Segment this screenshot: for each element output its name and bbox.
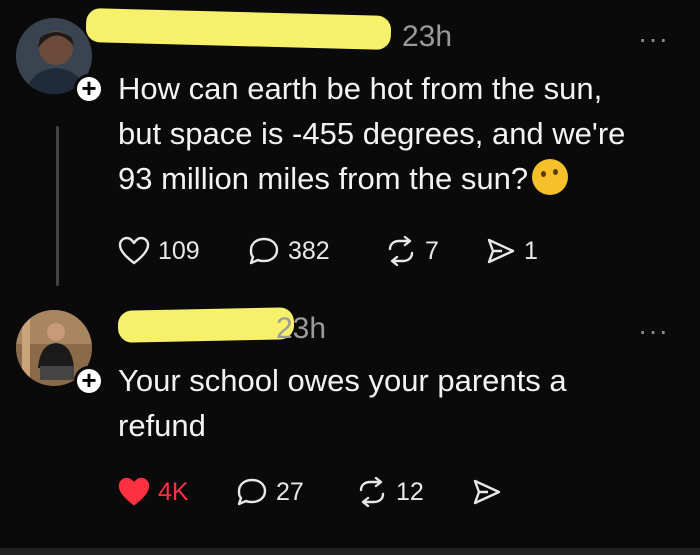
- like-button[interactable]: 109: [118, 236, 200, 266]
- post-1: + 23h ··· How can earth be hot from the …: [0, 0, 700, 300]
- share-button[interactable]: [472, 477, 502, 507]
- like-button[interactable]: 4K: [118, 477, 189, 507]
- send-icon: [473, 479, 501, 505]
- post-time: 23h: [402, 20, 453, 53]
- reply-count: 27: [276, 477, 304, 506]
- post-text: Your school owes your parents a refund: [118, 358, 567, 448]
- redacted-username: [117, 307, 295, 343]
- comment-icon: [249, 237, 279, 265]
- heart-filled-icon: [118, 477, 150, 506]
- send-icon: [487, 238, 515, 264]
- repost-icon: [359, 477, 385, 507]
- follow-plus-icon[interactable]: +: [74, 74, 104, 104]
- post-text-line: 93 million miles from the sun?: [118, 156, 625, 201]
- divider: [0, 548, 700, 555]
- repost-count: 7: [425, 236, 439, 265]
- thinking-face-emoji: [532, 159, 569, 195]
- post-text: How can earth be hot from the sun, but s…: [118, 66, 625, 201]
- post-2: + 23h ··· Your school owes your parents …: [0, 300, 700, 548]
- repost-count: 12: [396, 477, 424, 506]
- like-count: 109: [158, 236, 200, 265]
- share-count: 1: [524, 236, 538, 265]
- heart-icon: [118, 236, 150, 265]
- repost-button[interactable]: 12: [356, 477, 424, 507]
- redacted-username: [85, 8, 392, 50]
- more-options-icon[interactable]: ···: [638, 25, 669, 53]
- repost-icon: [388, 236, 414, 266]
- reply-button[interactable]: 27: [236, 477, 304, 507]
- post-text-line: How can earth be hot from the sun,: [118, 71, 603, 106]
- share-button[interactable]: 1: [486, 236, 538, 266]
- like-count: 4K: [158, 477, 189, 506]
- post-time: 23h: [276, 312, 327, 345]
- post-text-line: refund: [118, 408, 206, 443]
- post-text-line: but space is -455 degrees, and we're: [118, 116, 626, 151]
- reply-count: 382: [288, 236, 330, 265]
- thread-line: [56, 126, 59, 286]
- post-text-line: Your school owes your parents a: [118, 363, 567, 398]
- follow-plus-icon[interactable]: +: [74, 366, 104, 396]
- comment-icon: [237, 478, 267, 506]
- more-options-icon[interactable]: ···: [638, 317, 669, 345]
- reply-button[interactable]: 382: [248, 236, 330, 266]
- repost-button[interactable]: 7: [385, 236, 439, 266]
